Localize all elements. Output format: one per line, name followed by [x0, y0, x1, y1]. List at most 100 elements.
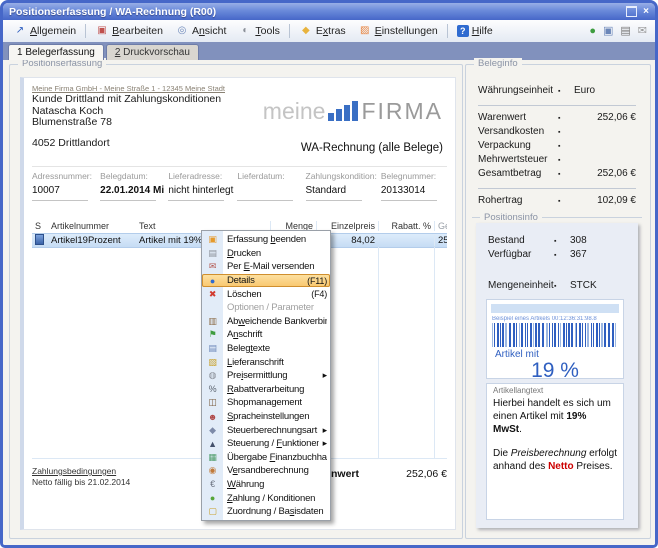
context-menu-item-preisermittlung[interactable]: ◍Preisermittlung▸ — [202, 369, 330, 383]
context-menu-item-anschrift[interactable]: ⚑Anschrift — [202, 328, 330, 342]
menubar-item-hilfe[interactable]: ?Hilfe — [451, 22, 499, 40]
context-menu-item-abweichende-bankverbindung[interactable]: ▥Abweichende Bankverbindung — [202, 315, 330, 329]
positionsinfo-panel: Bestand▪308Verfügbar▪367Mengeneinheit▪ST… — [476, 223, 638, 528]
info-row-bestand: Bestand▪308 — [488, 235, 626, 249]
menubar-item-einstellungen[interactable]: ▨Einstellungen — [352, 22, 444, 40]
header-fields: Adressnummer:10007Belegdatum:22.01.2014 … — [32, 171, 449, 201]
context-menu-item-zuordnung-basisdaten[interactable]: ▢Zuordnung / Basisdaten — [202, 505, 330, 519]
settings-icon: ▨ — [358, 25, 372, 37]
field-belegnummer: Belegnummer:20133014 — [381, 171, 449, 201]
context-menu-item-versandberechnung[interactable]: ◉Versandberechnung — [202, 464, 330, 478]
language-icon: ☻ — [202, 412, 223, 422]
context-menu-item-label: Spracheinstellungen — [223, 411, 327, 422]
context-menu-item-spracheinstellungen[interactable]: ☻Spracheinstellungen — [202, 410, 330, 424]
field-value[interactable]: 10007 — [32, 185, 96, 197]
column-header-gesamtbetrag[interactable]: Gesamtbetrag — [434, 221, 447, 231]
context-menu-item-belegtexte[interactable]: ▤Belegtexte — [202, 342, 330, 356]
context-menu-item-details[interactable]: ●Details(F11) — [202, 274, 330, 288]
pricing-icon: ◍ — [202, 370, 223, 381]
context-menu-item-label: Steuerung / Funktionen — [223, 438, 319, 449]
group-label-positionsinfo: Positionsinfo — [484, 212, 538, 223]
context-menu-item-steuerung-funktionen[interactable]: ▲Steuerung / Funktionen▸ — [202, 437, 330, 451]
field-value[interactable]: 22.01.2014 Mi — [100, 185, 164, 197]
beleginfo-group: Beleginfo Währungseinheit▪EuroWarenwert▪… — [465, 64, 651, 539]
column-header-s[interactable]: S — [32, 221, 48, 231]
context-menu-item-währung[interactable]: €Währung — [202, 478, 330, 492]
recipient-address: Kunde Drittland mit ZahlungskonditionenN… — [32, 94, 221, 129]
close-icon[interactable]: × — [643, 7, 649, 17]
info-label: Währungseinheit — [478, 85, 558, 96]
article-image: Beispiel eines Artikels 00:12:36:31:98.8… — [486, 299, 624, 379]
bullet-icon: ▪ — [558, 198, 574, 205]
footer-total-value: 252,06 € — [359, 468, 447, 480]
context-menu-item-label: Lieferanschrift — [223, 357, 327, 368]
context-menu-item-shopmanagement[interactable]: ◫Shopmanagement — [202, 396, 330, 410]
mapping-icon: ▢ — [202, 506, 223, 517]
menubar-item-allgemein[interactable]: ↗Allgemein — [7, 22, 82, 40]
context-menu-item-label: Optionen / Parameter — [223, 302, 327, 313]
context-menu-item-rabattverarbeitung[interactable]: %Rabattverarbeitung — [202, 383, 330, 397]
field-value[interactable]: 20133014 — [381, 185, 445, 197]
menubar-item-label: Tools — [255, 25, 280, 37]
context-menu-item-drucken[interactable]: ▤Drucken — [202, 247, 330, 261]
context-menu-item-label: Löschen — [223, 289, 307, 300]
logo-bars-icon — [328, 101, 358, 121]
functions-icon: ▲ — [202, 439, 223, 449]
field-underline — [381, 200, 437, 201]
context-menu-item-per-e-mail-versenden[interactable]: ✉Per E-Mail versenden — [202, 260, 330, 274]
info-row-versandkosten: Versandkosten▪ — [478, 126, 636, 140]
document-text-icon: ▤ — [202, 343, 223, 354]
column-header-rabatt[interactable]: Rabatt. % — [378, 221, 434, 231]
info-label: Bestand — [488, 235, 554, 246]
field-value[interactable]: Standard — [306, 185, 377, 197]
artikellangtext-text: Hierbei handelt es sich um einen Artikel… — [493, 397, 617, 473]
menubar-item-bearbeiten[interactable]: ▣Bearbeiten — [89, 22, 169, 40]
context-menu-item-löschen[interactable]: ✖Löschen(F4) — [202, 287, 330, 301]
info-label: Warenwert — [478, 112, 558, 123]
artikellangtext-box: Artikellangtext Hierbei handelt es sich … — [486, 383, 624, 520]
export-icon[interactable]: ▣ — [603, 25, 613, 37]
app-window: Positionserfassung / WA-Rechnung (R00) ×… — [0, 0, 658, 548]
sender-line: Meine Firma GmbH - Meine Straße 1 - 1234… — [32, 84, 225, 93]
field-value[interactable] — [237, 185, 301, 197]
payment-terms-block: Zahlungsbedingungen Netto fällig bis 21.… — [32, 466, 130, 487]
shortcut-text: (F4) — [307, 289, 327, 299]
tab-2-druckvorschau[interactable]: 2 Druckvorschau — [106, 44, 199, 60]
context-menu-item-lieferanschrift[interactable]: ▧Lieferanschrift — [202, 355, 330, 369]
restore-icon[interactable] — [626, 6, 637, 17]
mail-icon[interactable]: ✉ — [638, 25, 647, 37]
field-value[interactable]: nicht hinterlegt — [168, 185, 233, 197]
column-header-artikelnummer[interactable]: Artikelnummer — [48, 221, 136, 231]
column-header-menge[interactable]: Menge — [270, 221, 316, 231]
row-cell: 252,06 — [434, 235, 447, 246]
column-header-einzelpreis[interactable]: Einzelpreis — [316, 221, 378, 231]
tab-strip: 1 Belegerfassung2 Druckvorschau — [3, 42, 655, 60]
field-belegdatum: Belegdatum: 22.01.2014 Mi — [100, 171, 168, 201]
zahlungsbedingungen-link[interactable]: Zahlungsbedingungen — [32, 466, 130, 476]
column-header-text[interactable]: Text — [136, 221, 270, 231]
info-value: 252,06 € — [574, 112, 636, 123]
menubar-item-extras[interactable]: ◆Extras — [293, 22, 352, 40]
field-label: Lieferadresse: — [168, 171, 233, 181]
menubar-item-ansicht[interactable]: ◎Ansicht — [169, 22, 232, 40]
row-status-cell — [32, 234, 48, 248]
info-value: 367 — [570, 249, 626, 260]
context-menu-item-übergabe-finanzbuchhaltung[interactable]: ▦Übergabe Finanzbuchhaltung — [202, 451, 330, 465]
context-menu-item-erfassung-beenden[interactable]: ▣Erfassung beenden — [202, 233, 330, 247]
info-value: 102,09 € — [574, 195, 636, 206]
bullet-icon: ▪ — [558, 115, 574, 122]
web-icon[interactable]: ● — [589, 25, 596, 37]
context-menu-item-optionen-parameter: Optionen / Parameter — [202, 301, 330, 315]
print-icon[interactable]: ▤ — [620, 25, 630, 37]
tab-1-belegerfassung[interactable]: 1 Belegerfassung — [8, 44, 104, 60]
image-text-line2: 19 % — [487, 360, 623, 382]
context-menu-item-label: Preisermittlung — [223, 370, 319, 381]
field-label: Belegdatum: — [100, 171, 164, 181]
context-menu-item-zahlung-konditionen[interactable]: ●Zahlung / Konditionen — [202, 491, 330, 505]
logo-text-firma: FIRMA — [361, 100, 443, 122]
tax-icon: ◆ — [202, 425, 223, 436]
menubar-item-tools[interactable]: ◐Tools — [232, 22, 286, 40]
context-menu-item-steuerberechnungsart[interactable]: ◆Steuerberechnungsart▸ — [202, 423, 330, 437]
context-menu-item-label: Erfassung beenden — [223, 234, 327, 245]
field-label: Lieferdatum: — [237, 171, 301, 181]
